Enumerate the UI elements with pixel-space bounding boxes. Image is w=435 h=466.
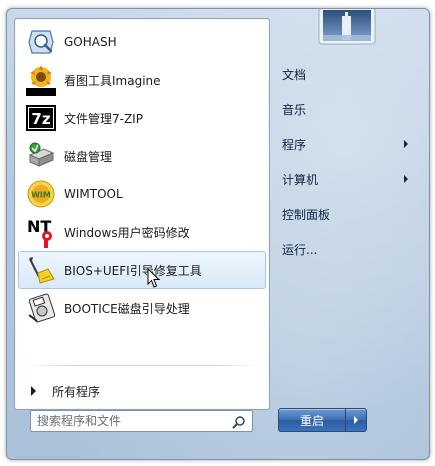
user-picture-icon[interactable] xyxy=(318,9,376,45)
search-box[interactable] xyxy=(30,410,253,432)
program-item-bootice[interactable]: BOOTICE磁盘引导处理 xyxy=(18,289,266,327)
program-label: BOOTICE磁盘引导处理 xyxy=(64,301,190,316)
program-item-imagine[interactable]: 看图工具Imagine xyxy=(18,61,266,99)
program-list: GOHASH 看图工具Imagine 7z 文件管理7-ZIP 磁盘管理 WIM… xyxy=(18,23,266,327)
shutdown-group: 重启 xyxy=(278,408,367,432)
all-programs-button[interactable]: 所有程序 xyxy=(23,379,100,403)
program-item-gohash[interactable]: GOHASH xyxy=(18,23,266,61)
program-label: GOHASH xyxy=(64,35,117,49)
right-item-label: 程序 xyxy=(282,138,307,152)
program-label: BIOS+UEFI引导修复工具 xyxy=(64,263,202,278)
program-label: Windows用户密码修改 xyxy=(64,225,190,240)
chevron-right-icon xyxy=(404,140,408,148)
separator xyxy=(27,365,257,366)
bootice-icon xyxy=(25,292,57,324)
gohash-icon xyxy=(25,26,57,58)
right-item-computer[interactable]: 计算机 xyxy=(274,162,422,197)
search-input[interactable] xyxy=(31,412,233,430)
start-menu: GOHASH 看图工具Imagine 7z 文件管理7-ZIP 磁盘管理 WIM… xyxy=(6,8,430,460)
imagine-icon xyxy=(25,64,57,96)
right-pane: 文档 音乐 程序 计算机 控制面板 运行... xyxy=(274,57,422,267)
7zip-icon: 7z xyxy=(25,102,57,134)
all-programs-label: 所有程序 xyxy=(52,384,101,399)
program-label: 看图工具Imagine xyxy=(64,73,161,88)
boot-repair-icon xyxy=(25,254,57,286)
disk-management-icon xyxy=(25,140,57,172)
shutdown-options-button[interactable] xyxy=(345,408,367,432)
right-item-programs[interactable]: 程序 xyxy=(274,127,422,162)
right-item-music[interactable]: 音乐 xyxy=(274,92,422,127)
programs-pane: GOHASH 看图工具Imagine 7z 文件管理7-ZIP 磁盘管理 WIM… xyxy=(14,18,270,410)
right-item-label: 音乐 xyxy=(282,103,307,117)
right-item-label: 运行... xyxy=(282,243,318,257)
program-item-password-change[interactable]: NT Windows用户密码修改 xyxy=(18,213,266,251)
restart-label: 重启 xyxy=(299,413,324,428)
right-item-run[interactable]: 运行... xyxy=(274,232,422,267)
right-item-documents[interactable]: 文档 xyxy=(274,57,422,92)
right-item-label: 控制面板 xyxy=(282,208,331,222)
chevron-right-icon xyxy=(404,175,408,183)
wimtool-icon: WIM xyxy=(25,178,57,210)
right-item-label: 文档 xyxy=(282,68,307,82)
arrow-right-icon xyxy=(31,386,36,396)
program-item-wimtool[interactable]: WIM WIMTOOL xyxy=(18,175,266,213)
restart-button[interactable]: 重启 xyxy=(278,408,345,432)
program-label: 文件管理7-ZIP xyxy=(64,111,143,126)
right-item-control-panel[interactable]: 控制面板 xyxy=(274,197,422,232)
arrow-right-icon xyxy=(354,416,358,424)
password-change-icon: NT xyxy=(25,216,57,248)
7zip-icon-text: 7z xyxy=(31,110,50,128)
program-label: WIMTOOL xyxy=(64,187,123,201)
mouse-cursor-icon xyxy=(147,267,161,290)
search-icon[interactable] xyxy=(232,414,246,429)
program-item-disk-management[interactable]: 磁盘管理 xyxy=(18,137,266,175)
wimtool-icon-text: WIM xyxy=(31,191,51,200)
program-item-boot-repair[interactable]: BIOS+UEFI引导修复工具 xyxy=(18,251,266,289)
program-item-7zip[interactable]: 7z 文件管理7-ZIP xyxy=(18,99,266,137)
program-label: 磁盘管理 xyxy=(64,149,113,164)
right-item-label: 计算机 xyxy=(282,173,319,187)
